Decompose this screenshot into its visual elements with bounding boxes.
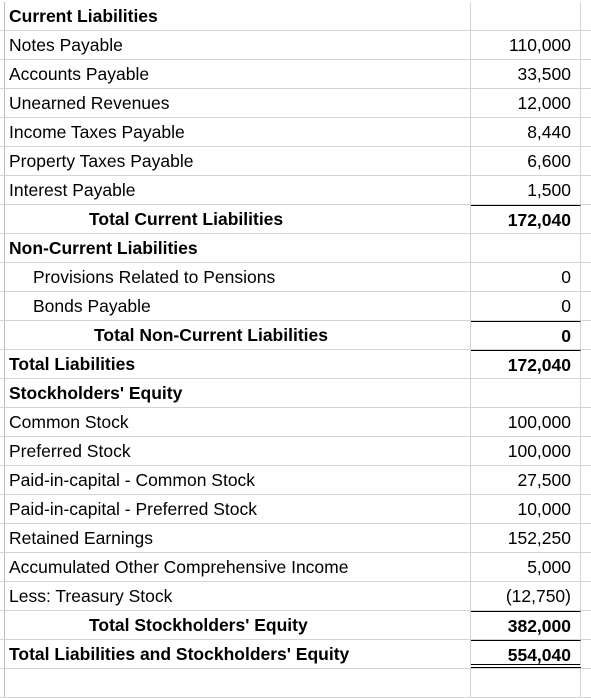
empty-cell[interactable] — [581, 118, 591, 146]
value-cell[interactable] — [471, 379, 581, 407]
value-cell[interactable]: 100,000 — [471, 408, 581, 436]
value-cell[interactable]: 33,500 — [471, 60, 581, 88]
label-cell[interactable]: Paid-in-capital - Preferred Stock — [5, 495, 471, 523]
empty-cell[interactable] — [581, 321, 591, 349]
spreadsheet-row: Bonds Payable 0 — [0, 292, 591, 321]
label-cell[interactable]: Less: Treasury Stock — [5, 582, 471, 610]
spreadsheet-row: Accounts Payable 33,500 — [0, 60, 591, 89]
empty-cell[interactable] — [581, 379, 591, 407]
spreadsheet-row: Non-Current Liabilities — [0, 234, 591, 263]
value-cell[interactable]: (12,750) — [471, 582, 581, 610]
value-cell[interactable]: 12,000 — [471, 89, 581, 117]
balance-sheet-grid: Current Liabilities Notes Payable 110,000 A… — [0, 2, 591, 698]
spreadsheet-row: Income Taxes Payable 8,440 — [0, 118, 591, 147]
spreadsheet-row: Total Liabilities 172,040 — [0, 350, 591, 379]
empty-cell[interactable] — [5, 669, 471, 697]
spreadsheet-row: Unearned Revenues 12,000 — [0, 89, 591, 118]
spreadsheet-row: Stockholders' Equity — [0, 379, 591, 408]
empty-cell[interactable] — [581, 350, 591, 378]
label-cell[interactable]: Paid-in-capital - Common Stock — [5, 466, 471, 494]
empty-cell[interactable] — [581, 408, 591, 436]
value-cell[interactable] — [471, 2, 581, 30]
value-cell[interactable]: 0 — [471, 321, 581, 349]
label-cell[interactable]: Provisions Related to Pensions — [5, 263, 471, 291]
spreadsheet-row: Total Current Liabilities 172,040 — [0, 205, 591, 234]
empty-cell[interactable] — [581, 31, 591, 59]
empty-cell[interactable] — [581, 60, 591, 88]
value-cell[interactable]: 152,250 — [471, 524, 581, 552]
label-cell[interactable]: Current Liabilities — [5, 2, 471, 30]
label-cell[interactable]: Total Stockholders' Equity — [5, 611, 471, 639]
empty-cell[interactable] — [581, 495, 591, 523]
empty-cell[interactable] — [581, 89, 591, 117]
value-cell[interactable]: 172,040 — [471, 205, 581, 233]
spreadsheet-row: Total Stockholders' Equity 382,000 — [0, 611, 591, 640]
label-cell[interactable]: Retained Earnings — [5, 524, 471, 552]
empty-cell[interactable] — [581, 437, 591, 465]
label-cell[interactable]: Common Stock — [5, 408, 471, 436]
value-cell[interactable]: 27,500 — [471, 466, 581, 494]
value-cell[interactable]: 554,040 — [471, 640, 581, 668]
spreadsheet-row: Provisions Related to Pensions 0 — [0, 263, 591, 292]
spreadsheet-row: Property Taxes Payable 6,600 — [0, 147, 591, 176]
value-cell[interactable]: 10,000 — [471, 495, 581, 523]
spreadsheet-row: Accumulated Other Comprehensive Income 5,… — [0, 553, 591, 582]
label-cell[interactable]: Notes Payable — [5, 31, 471, 59]
value-cell[interactable]: 110,000 — [471, 31, 581, 59]
value-cell[interactable]: 0 — [471, 292, 581, 320]
label-cell[interactable]: Unearned Revenues — [5, 89, 471, 117]
label-cell[interactable]: Interest Payable — [5, 176, 471, 204]
empty-cell[interactable] — [471, 669, 581, 697]
value-cell[interactable] — [471, 234, 581, 262]
label-cell[interactable]: Accounts Payable — [5, 60, 471, 88]
label-cell[interactable]: Property Taxes Payable — [5, 147, 471, 175]
value-cell[interactable]: 1,500 — [471, 176, 581, 204]
value-cell[interactable]: 382,000 — [471, 611, 581, 639]
empty-cell[interactable] — [581, 2, 591, 30]
spreadsheet-row: Paid-in-capital - Preferred Stock 10,000 — [0, 495, 591, 524]
empty-cell[interactable] — [581, 582, 591, 610]
spreadsheet-row: Notes Payable 110,000 — [0, 31, 591, 60]
spreadsheet-row: Current Liabilities — [0, 2, 591, 31]
empty-cell[interactable] — [581, 263, 591, 291]
label-cell[interactable]: Non-Current Liabilities — [5, 234, 471, 262]
label-cell[interactable]: Bonds Payable — [5, 292, 471, 320]
empty-cell[interactable] — [581, 147, 591, 175]
empty-cell[interactable] — [581, 176, 591, 204]
empty-cell[interactable] — [581, 640, 591, 668]
label-cell[interactable]: Total Liabilities — [5, 350, 471, 378]
spreadsheet-row: Total Liabilities and Stockholders' Equi… — [0, 640, 591, 669]
empty-cell[interactable] — [581, 234, 591, 262]
spreadsheet-row: Common Stock 100,000 — [0, 408, 591, 437]
empty-cell[interactable] — [581, 205, 591, 233]
spreadsheet-row: Retained Earnings 152,250 — [0, 524, 591, 553]
empty-cell[interactable] — [581, 292, 591, 320]
spreadsheet-row: Paid-in-capital - Common Stock 27,500 — [0, 466, 591, 495]
spreadsheet-row: Less: Treasury Stock (12,750) — [0, 582, 591, 611]
empty-cell[interactable] — [581, 553, 591, 581]
spreadsheet-row: Total Non-Current Liabilities 0 — [0, 321, 591, 350]
value-cell[interactable]: 100,000 — [471, 437, 581, 465]
empty-cell[interactable] — [581, 466, 591, 494]
label-cell[interactable]: Total Liabilities and Stockholders' Equi… — [5, 640, 471, 668]
value-cell[interactable]: 8,440 — [471, 118, 581, 146]
spreadsheet-row: Preferred Stock 100,000 — [0, 437, 591, 466]
value-cell[interactable]: 6,600 — [471, 147, 581, 175]
label-cell[interactable]: Preferred Stock — [5, 437, 471, 465]
label-cell[interactable]: Stockholders' Equity — [5, 379, 471, 407]
label-cell[interactable]: Income Taxes Payable — [5, 118, 471, 146]
empty-cell[interactable] — [581, 524, 591, 552]
value-cell[interactable]: 0 — [471, 263, 581, 291]
spreadsheet-row — [0, 669, 591, 698]
label-cell[interactable]: Total Current Liabilities — [5, 205, 471, 233]
empty-cell[interactable] — [581, 669, 591, 697]
label-cell[interactable]: Accumulated Other Comprehensive Income — [5, 553, 471, 581]
value-cell[interactable]: 5,000 — [471, 553, 581, 581]
label-cell[interactable]: Total Non-Current Liabilities — [5, 321, 471, 349]
spreadsheet-row: Interest Payable 1,500 — [0, 176, 591, 205]
empty-cell[interactable] — [581, 611, 591, 639]
value-cell[interactable]: 172,040 — [471, 350, 581, 378]
